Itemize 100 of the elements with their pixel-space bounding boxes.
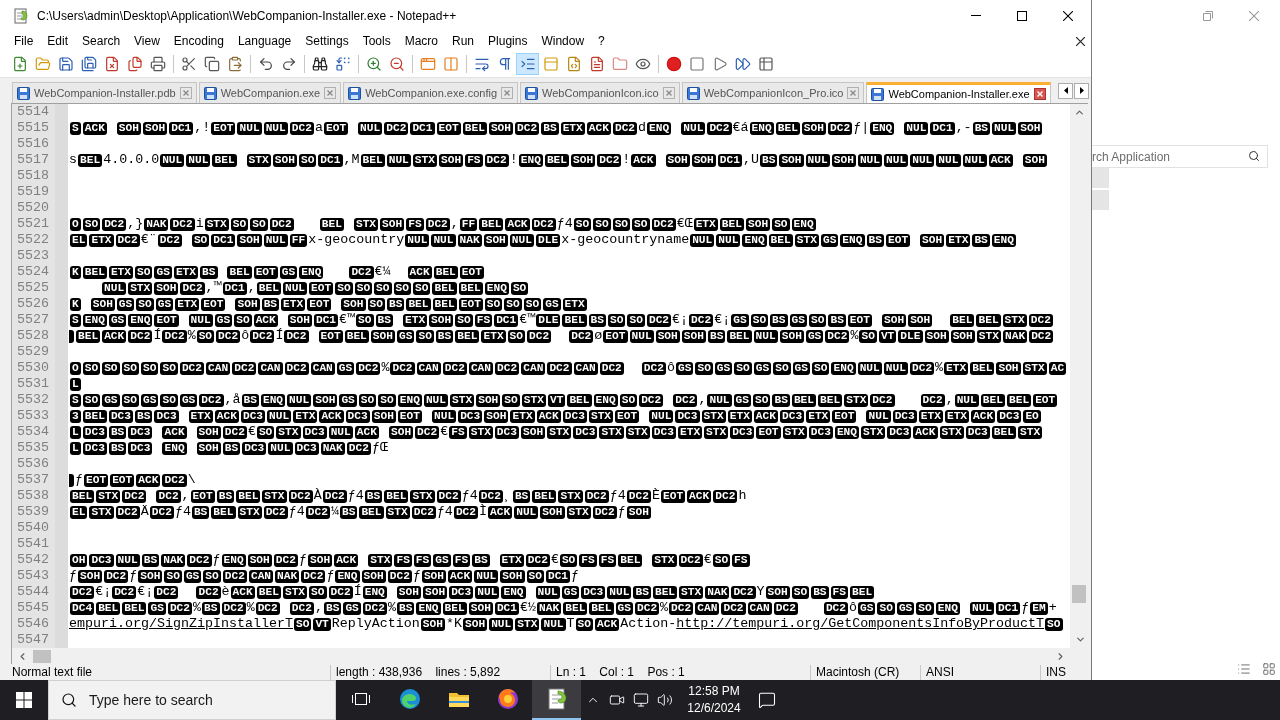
menu-item[interactable]: Window <box>534 31 592 51</box>
table-icon <box>757 56 774 72</box>
control-char: DC2 <box>773 601 798 615</box>
url-link[interactable]: http://tempuri.org/GetComponentsInfoByProductT <box>676 616 1045 632</box>
file-tab[interactable]: WebCompanion.exe.config <box>343 82 519 103</box>
menu-item[interactable]: Tools <box>355 31 398 51</box>
control-char: SO <box>335 281 353 295</box>
code-text: ƒ4 <box>347 488 364 504</box>
control-char: EOT <box>110 473 135 487</box>
code-text: x-geocountryname <box>561 232 690 248</box>
code-text: €¡ <box>95 584 112 600</box>
control-char: EOT <box>436 121 461 135</box>
taskbar-app-button[interactable] <box>532 680 581 720</box>
scroll-down-icon[interactable] <box>1074 634 1086 645</box>
control-char: STX <box>939 425 964 439</box>
control-char: FS <box>465 153 483 167</box>
code-text: % <box>388 600 396 616</box>
code-text: €½ <box>520 600 537 616</box>
control-char: K <box>70 265 81 279</box>
control-char: DC2 <box>478 489 503 503</box>
clock[interactable]: 12:58 PM 12/6/2024 <box>681 683 747 717</box>
file-tab[interactable]: WebCompanionIcon_Pro.ico <box>681 82 865 103</box>
code-text: ! <box>509 152 518 168</box>
control-char: STX <box>410 489 435 503</box>
grid-view-icon[interactable] <box>1262 662 1276 676</box>
control-char: DC3 <box>82 441 107 455</box>
control-char: DC2 <box>651 217 676 231</box>
control-char: DC2 <box>115 233 140 247</box>
menu-item[interactable]: Plugins <box>481 31 535 51</box>
control-char: SO <box>250 217 268 231</box>
video-camera-icon[interactable] <box>609 692 625 708</box>
control-char: DC1 <box>211 233 236 247</box>
code-text: Í <box>353 584 362 600</box>
indent-button[interactable] <box>516 53 539 75</box>
close-icon[interactable] <box>1033 88 1046 100</box>
control-char: SO <box>160 393 178 407</box>
close-icon[interactable] <box>1076 36 1085 46</box>
search-field[interactable]: rch Application <box>1092 145 1268 168</box>
monitor-icon[interactable] <box>633 692 649 708</box>
menu-item[interactable]: Edit <box>40 31 76 51</box>
control-char: BS <box>375 313 393 327</box>
menu-item[interactable]: Encoding <box>166 31 231 51</box>
flame-logo-icon <box>495 687 520 711</box>
search-icon <box>61 692 77 708</box>
control-char: DC3 <box>128 425 153 439</box>
control-char: EOT <box>318 329 343 343</box>
speaker-icon[interactable] <box>657 692 673 708</box>
line-number: 5532 <box>17 392 49 408</box>
scrollbar-thumb[interactable] <box>33 649 51 663</box>
control-char: CAN <box>310 361 335 375</box>
control-char: SOH <box>1018 121 1043 135</box>
control-char: ACK <box>913 425 938 439</box>
control-char: AC <box>1048 361 1067 375</box>
menu-item[interactable]: Language <box>230 31 299 51</box>
control-char: ACK <box>536 409 561 423</box>
code-text: €¡ <box>137 584 154 600</box>
menu-item[interactable]: Macro <box>397 31 445 51</box>
control-char: STX <box>844 393 869 407</box>
control-char: STX <box>679 585 704 599</box>
control-char: ENQ <box>870 121 895 135</box>
control-char: SOH <box>882 313 907 327</box>
control-char: SOH <box>540 505 565 519</box>
menu-item[interactable]: Settings <box>298 31 356 51</box>
control-char: NUL <box>474 569 499 583</box>
control-char: NUL <box>514 505 539 519</box>
control-char: DC2 <box>599 361 624 375</box>
control-char: SO <box>298 153 317 167</box>
search-field[interactable]: Type here to search <box>48 680 336 720</box>
menu-item[interactable]: File <box>7 31 41 51</box>
menu-item[interactable]: ? <box>591 31 612 51</box>
control-char: BEL <box>818 393 843 407</box>
control-char: BEL <box>211 505 236 519</box>
control-char: BEL <box>652 585 678 599</box>
file-tab[interactable]: WebCompanionIcon.ico <box>520 82 680 103</box>
scrollbar-thumb[interactable] <box>1072 585 1086 603</box>
tab-scroll-left-button[interactable] <box>1058 82 1073 99</box>
menu-item[interactable]: Run <box>445 31 482 51</box>
code-text: *K <box>445 616 462 632</box>
control-char: ENQ <box>128 313 153 327</box>
code-text: Ì <box>479 504 488 520</box>
code-text: % <box>246 600 255 616</box>
file-tab[interactable]: WebCompanion-Installer.exe <box>866 82 1051 103</box>
menu-item[interactable]: View <box>127 31 167 51</box>
control-char: FS <box>394 553 412 567</box>
text-area[interactable] <box>68 104 1070 648</box>
control-char: SO <box>256 425 275 439</box>
url-link[interactable]: empuri.org/SignZipInstallerT <box>69 616 293 632</box>
control-char: NUL <box>535 585 560 599</box>
file-tab[interactable]: WebCompanion-Installer.pdb <box>12 82 197 103</box>
control-char: SOH <box>484 409 509 423</box>
control-char: DC2 <box>162 473 187 487</box>
control-char: GS <box>141 393 159 407</box>
control-char: BEL <box>122 601 147 615</box>
menu-item[interactable]: Search <box>75 31 128 51</box>
speech-bubble-icon[interactable] <box>758 691 776 709</box>
tab-scroll-right-button[interactable] <box>1074 82 1089 99</box>
control-char: SOH <box>681 329 706 343</box>
code-text: % <box>381 360 390 376</box>
control-char: DC2 <box>484 153 509 167</box>
file-tab[interactable]: WebCompanion.exe <box>198 82 342 103</box>
